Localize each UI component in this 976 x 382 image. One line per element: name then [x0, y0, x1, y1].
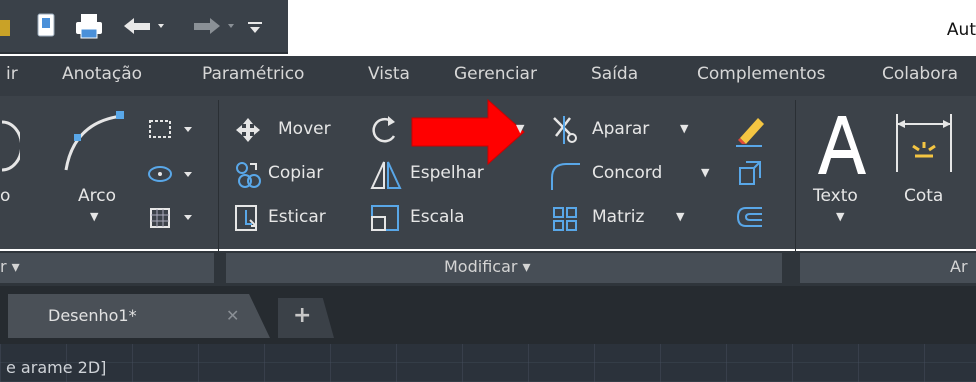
copy-button[interactable]: Copiar	[268, 163, 323, 183]
undo-icon[interactable]	[120, 12, 166, 40]
viewport-controls-label[interactable]: e arame 2D]	[6, 358, 106, 377]
mirror-icon[interactable]	[370, 160, 402, 190]
print-icon[interactable]	[74, 12, 104, 40]
arc-button[interactable]: Arco	[78, 186, 116, 206]
circle-icon[interactable]	[0, 118, 20, 178]
open-icon[interactable]	[36, 12, 58, 40]
trim-button[interactable]: Aparar	[592, 119, 649, 139]
fillet-icon[interactable]	[548, 160, 582, 192]
array-icon[interactable]	[552, 206, 580, 232]
app-menu-icon[interactable]	[0, 12, 12, 40]
explode-icon[interactable]	[736, 160, 766, 190]
close-tab-icon[interactable]: ✕	[226, 306, 239, 325]
stretch-icon[interactable]	[234, 204, 262, 232]
tab-anotacao[interactable]: Anotação	[62, 64, 142, 84]
ellipse-icon[interactable]	[148, 163, 194, 187]
tab-partial[interactable]: ir	[6, 64, 18, 84]
fillet-button[interactable]: Concord	[592, 163, 662, 183]
quick-access-toolbar	[0, 0, 288, 54]
tab-gerenciar[interactable]: Gerenciar	[454, 64, 537, 84]
array-button[interactable]: Matriz	[592, 207, 644, 227]
mirror-button[interactable]: Espelhar	[410, 163, 484, 183]
dimension-button[interactable]: Cota	[904, 186, 943, 206]
draw-partial-label[interactable]: o	[0, 186, 10, 206]
draw-panel-title[interactable]: r ▾	[0, 257, 20, 276]
tab-colabora[interactable]: Colabora	[882, 64, 958, 84]
rotate-icon[interactable]	[368, 114, 402, 146]
scale-icon[interactable]	[370, 204, 402, 232]
tab-complementos[interactable]: Complementos	[697, 64, 826, 84]
move-button[interactable]: Mover	[278, 119, 331, 139]
drawing-viewport[interactable]	[0, 344, 976, 382]
modify-panel-title[interactable]: Modificar ▾	[444, 257, 531, 276]
app-title: Aut	[946, 20, 976, 40]
trim-icon[interactable]	[550, 114, 582, 146]
tab-parametrico[interactable]: Paramétrico	[202, 64, 304, 84]
fillet-dropdown-arrow[interactable]: ▼	[701, 166, 709, 179]
rotate-dropdown-arrow[interactable]: ▼	[516, 122, 524, 135]
hatch-icon[interactable]	[148, 206, 194, 230]
move-icon[interactable]	[234, 116, 262, 144]
text-button[interactable]: Texto	[813, 186, 858, 206]
redo-icon[interactable]	[190, 12, 236, 40]
stretch-button[interactable]: Esticar	[268, 207, 326, 227]
text-dropdown-arrow[interactable]: ▼	[836, 210, 844, 223]
file-tab-label[interactable]: Desenho1*	[48, 306, 137, 325]
array-dropdown-arrow[interactable]: ▼	[676, 210, 684, 223]
tab-saida[interactable]: Saída	[591, 64, 638, 84]
rectangle-icon[interactable]	[148, 118, 194, 142]
text-icon[interactable]	[814, 112, 870, 178]
customize-qat-icon[interactable]	[240, 12, 270, 40]
plus-icon[interactable]: +	[293, 303, 311, 328]
trim-dropdown-arrow[interactable]: ▼	[680, 122, 688, 135]
draw-panel-title-bar[interactable]	[0, 253, 214, 283]
erase-icon[interactable]	[732, 112, 768, 148]
red-annotation-arrow-icon	[411, 98, 525, 166]
annotation-panel-title[interactable]: Ar	[950, 257, 968, 276]
copy-icon[interactable]	[234, 160, 262, 190]
arc-icon[interactable]	[60, 108, 130, 178]
dimension-icon[interactable]	[893, 110, 955, 176]
offset-icon[interactable]	[736, 204, 766, 232]
arc-dropdown-arrow[interactable]: ▼	[90, 210, 98, 223]
scale-button[interactable]: Escala	[410, 207, 465, 227]
tab-vista[interactable]: Vista	[368, 64, 410, 84]
